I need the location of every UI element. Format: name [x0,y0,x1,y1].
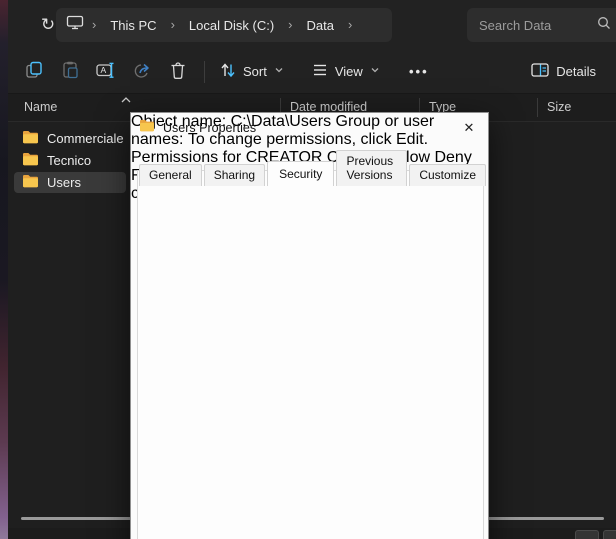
folder-icon [139,119,155,137]
details-pane-button[interactable]: Details [524,56,602,88]
chevron-down-icon [369,64,381,79]
chevron-down-icon [273,64,285,79]
view-button[interactable]: View [305,56,387,88]
folder-icon [22,174,39,191]
share-icon [132,60,152,83]
address-bar[interactable]: › This PC › Local Disk (C:) › Data › [56,8,392,42]
delete-button[interactable] [160,56,196,88]
details-pane-icon [530,61,550,82]
folder-icon [22,152,39,169]
sort-label: Sort [243,64,267,79]
search-icon [596,15,612,36]
chevron-right-icon: › [169,17,177,32]
paste-icon [60,60,80,83]
folder-row-tecnico[interactable]: Tecnico [14,150,126,171]
more-options-button[interactable]: ••• [401,56,437,88]
breadcrumb-data[interactable]: Data [301,16,340,35]
users-properties-dialog: Users Properties ✕ General Sharing Secur… [130,112,489,539]
chevron-right-icon: › [286,17,294,32]
copy-icon [24,60,44,83]
thumbnail-view-toggle-button[interactable] [603,530,616,539]
close-button[interactable]: ✕ [458,117,480,139]
folder-row-commerciale[interactable]: Commerciale [14,128,126,149]
tab-general[interactable]: General [139,164,202,186]
ellipsis-icon: ••• [409,64,429,79]
tab-sharing[interactable]: Sharing [204,164,265,186]
column-header-name[interactable]: Name [24,100,57,114]
column-divider[interactable] [537,98,538,117]
address-bar-row: ↻ › This PC › Local Disk (C:) › Data › S… [8,0,616,50]
rename-icon: A [95,60,117,83]
paste-button[interactable] [52,56,88,88]
view-label: View [335,64,363,79]
folder-icon [22,130,39,147]
trash-icon [168,60,188,83]
chevron-right-icon: › [90,17,98,32]
details-view-toggle-button[interactable] [575,530,599,539]
sort-icon [219,61,237,82]
rename-button[interactable]: A [88,56,124,88]
search-placeholder: Search Data [479,18,596,33]
dialog-tabs: General Sharing Security Previous Versio… [139,150,488,186]
command-toolbar: A Sort View [8,50,616,94]
tab-customize[interactable]: Customize [409,164,486,186]
svg-text:A: A [101,65,107,75]
close-icon: ✕ [464,120,475,136]
dialog-title-bar[interactable]: Users Properties ✕ [131,113,488,143]
sort-button[interactable]: Sort [213,56,291,88]
breadcrumb-local-disk[interactable]: Local Disk (C:) [183,16,280,35]
this-pc-icon [66,15,84,35]
folder-name: Commerciale [47,131,124,146]
sort-ascending-icon [120,91,132,109]
folder-row-users[interactable]: Users [14,172,126,193]
search-box[interactable]: Search Data [467,8,616,42]
copy-button[interactable] [16,56,52,88]
details-label: Details [556,64,596,79]
toolbar-divider [204,61,205,83]
column-header-size[interactable]: Size [547,100,571,114]
refresh-icon: ↻ [41,15,55,35]
breadcrumb-this-pc[interactable]: This PC [104,16,162,35]
folder-name: Tecnico [47,153,91,168]
share-button[interactable] [124,56,160,88]
tab-security[interactable]: Security [267,161,334,186]
dialog-title: Users Properties [163,121,256,135]
view-icon [311,61,329,82]
folder-name: Users [47,175,81,190]
tab-previous-versions[interactable]: Previous Versions [336,150,407,186]
desktop-wallpaper-edge [0,0,8,539]
chevron-right-icon: › [346,17,354,32]
security-tab-page [137,170,484,539]
